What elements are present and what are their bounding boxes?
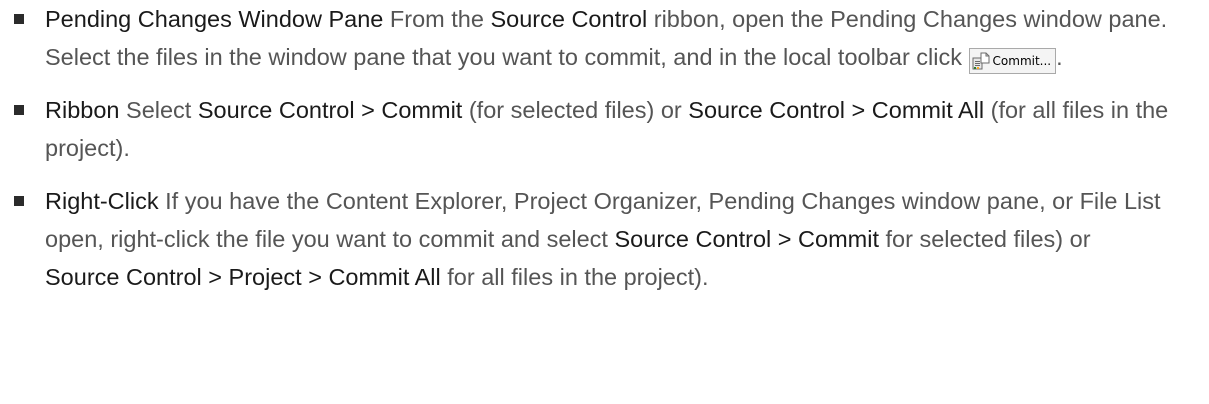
square-bullet-icon [14,196,24,206]
commit-icon [972,52,990,70]
body-text: From the [383,6,491,32]
commit-button-label: Commit... [992,54,1052,68]
term-ribbon: Ribbon [45,97,120,123]
body-text: Select [119,97,198,123]
term-source-control-commit: Source Control > Commit [197,97,463,123]
term-source-control-commit-all: Source Control > Commit All [688,97,985,123]
bullet-list: Pending Changes Window Pane From the Sou… [0,0,1209,296]
list-item: Ribbon Select Source Control > Commit (f… [0,91,1209,167]
term-source-control-project-commit-all: Source Control > Project > Commit All [45,264,441,290]
square-bullet-icon [14,105,24,115]
commit-button[interactable]: Commit... [968,48,1057,74]
term-source-control-commit: Source Control > Commit [614,226,879,252]
square-bullet-icon [14,14,24,24]
term-right-click: Right-Click [45,188,159,214]
term-source-control: Source Control [490,6,648,32]
body-text: for selected files) or [878,226,1091,252]
list-item: Right-Click If you have the Content Expl… [0,182,1209,296]
body-text: . [1056,44,1063,70]
term-pending-changes-window-pane: Pending Changes Window Pane [45,6,384,32]
list-item: Pending Changes Window Pane From the Sou… [0,0,1209,76]
body-text: (for selected files) or [462,97,689,123]
body-text: for all files in the project). [440,264,709,290]
